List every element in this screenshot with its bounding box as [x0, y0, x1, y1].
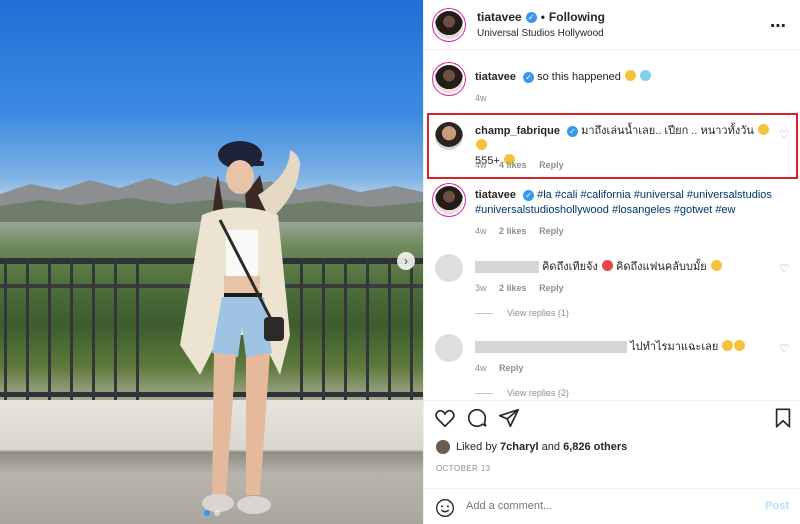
verified-icon: ✓	[523, 190, 535, 201]
following-button[interactable]: Following	[549, 10, 605, 24]
post-date[interactable]: OCTOBER 13	[436, 464, 491, 473]
post-side-panel: tiatavee ✓ • Following Universal Studios…	[423, 0, 800, 524]
caption-username[interactable]: tiatavee	[475, 71, 516, 83]
liker-username[interactable]: 7charyl	[500, 441, 539, 453]
author-avatar[interactable]	[435, 10, 463, 39]
caption-text: so this happened	[537, 71, 621, 83]
reply-button[interactable]: Reply	[539, 283, 564, 293]
reply-button[interactable]: Reply	[539, 226, 564, 236]
droplets-emoji-icon	[640, 70, 652, 81]
comment-like-heart-icon[interactable]: ♡	[779, 342, 789, 355]
replies-divider	[475, 312, 493, 314]
comment-time[interactable]: 3w	[475, 283, 487, 293]
reply-button[interactable]: Reply	[499, 363, 524, 373]
carousel-dots	[0, 510, 423, 516]
comment-text-continued: คิดถึงแฟนคลับบมั้ย	[616, 261, 707, 273]
carousel-dot	[213, 510, 220, 516]
comment-username[interactable]: tiatavee	[475, 189, 516, 201]
more-options-icon[interactable]: ⋯	[770, 16, 787, 36]
hashtags-line[interactable]: #la #cali #california #universal #univer…	[537, 189, 772, 201]
view-replies-label[interactable]: View replies (1)	[507, 308, 569, 318]
redacted-username	[475, 341, 627, 354]
location-link[interactable]: Universal Studios Hollywood	[477, 28, 605, 39]
post-viewer: › tiatavee ✓ • Following Universal Studi…	[0, 0, 800, 524]
person-figure	[180, 141, 300, 514]
comments-list: tiatavee ✓ so this happened 4w champ_fab…	[424, 52, 800, 398]
comment-time[interactable]: 4w	[475, 226, 487, 236]
likes-summary: Liked by 7charyl and 6,826 others	[436, 440, 627, 454]
carousel-next-icon[interactable]: ›	[397, 252, 415, 270]
hashtags-line[interactable]: #universalstudioshollywood #losangeles #…	[475, 203, 775, 218]
smiley-icon[interactable]	[435, 498, 455, 518]
replies-divider	[475, 392, 493, 394]
grinning-emoji-icon	[710, 260, 722, 271]
view-replies-label[interactable]: View replies (2)	[507, 388, 569, 398]
caption-avatar[interactable]	[435, 65, 463, 93]
view-replies-button[interactable]: View replies (1)	[475, 308, 569, 318]
bookmark-icon[interactable]	[772, 407, 794, 429]
comment-time[interactable]: 4w	[475, 363, 487, 373]
view-replies-button[interactable]: View replies (2)	[475, 388, 569, 398]
liked-by-label: Liked by	[456, 441, 497, 453]
caption-time[interactable]: 4w	[475, 93, 487, 103]
add-comment-input[interactable]	[466, 500, 746, 512]
post-button[interactable]: Post	[765, 500, 789, 512]
comment-avatar[interactable]	[435, 334, 463, 362]
verified-icon: ✓	[523, 72, 535, 83]
header-separator: •	[540, 10, 545, 24]
laughing-emoji-icon	[722, 340, 734, 351]
comment-likes[interactable]: 2 likes	[499, 226, 527, 236]
laughing-emoji-icon	[624, 70, 636, 81]
carousel-dot-active	[203, 510, 210, 516]
comment-text: ไปทำไรมาแฉะเลย	[630, 341, 719, 353]
redacted-username	[475, 261, 539, 274]
heart-icon[interactable]	[434, 407, 456, 429]
post-photo[interactable]: ›	[0, 0, 423, 524]
heart-eyes-emoji-icon	[601, 260, 613, 271]
comment-avatar[interactable]	[435, 254, 463, 282]
comment-likes[interactable]: 2 likes	[499, 283, 527, 293]
comment-icon[interactable]	[466, 407, 488, 429]
add-comment-bar: Post	[424, 488, 800, 524]
laughing-emoji-icon	[734, 340, 746, 351]
post-header: tiatavee ✓ • Following Universal Studios…	[424, 0, 800, 50]
post-actions: Liked by 7charyl and 6,826 others OCTOBE…	[424, 400, 800, 517]
likes-and: and	[541, 441, 560, 453]
comment-avatar[interactable]	[435, 186, 463, 214]
highlight-box	[427, 113, 798, 179]
likes-others[interactable]: 6,826 others	[563, 441, 627, 453]
comment-like-heart-icon[interactable]: ♡	[779, 262, 789, 275]
share-icon[interactable]	[498, 407, 520, 429]
author-username[interactable]: tiatavee	[477, 10, 522, 24]
verified-icon: ✓	[525, 11, 537, 23]
comment-text: คิดถึงเทียจัง	[542, 261, 598, 273]
liker-avatar[interactable]	[436, 440, 450, 454]
